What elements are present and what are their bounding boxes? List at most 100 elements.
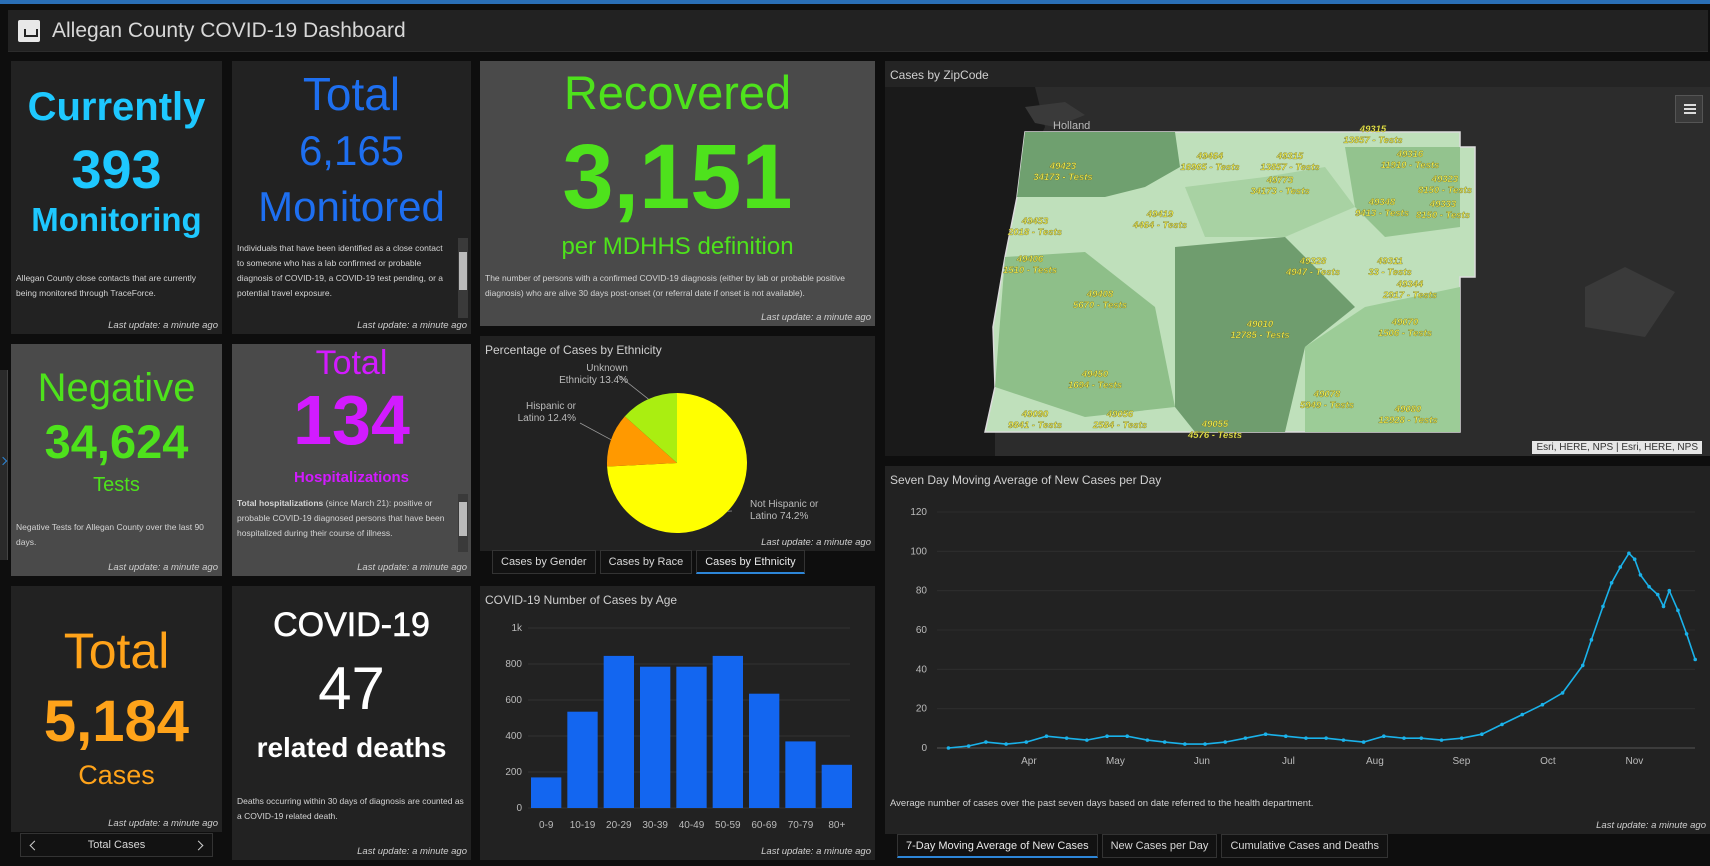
x-tick-label: 80+ bbox=[828, 820, 845, 831]
tab-cases-by-race[interactable]: Cases by Race bbox=[599, 550, 693, 574]
x-tick-label: Oct bbox=[1540, 756, 1556, 767]
series-line bbox=[948, 552, 1696, 749]
recovered-tile: Recovered 3,151 per MDHHS definition The… bbox=[480, 61, 875, 326]
zip-tests-label: 4947 - Tests bbox=[1285, 267, 1340, 278]
related-deaths-label: related deaths bbox=[256, 732, 447, 763]
data-point bbox=[1243, 736, 1248, 740]
tab-7-day-moving-average[interactable]: 7-Day Moving Average of New Cases bbox=[897, 834, 1098, 858]
data-point bbox=[1580, 663, 1585, 668]
age-chart-title: COVID-19 Number of Cases by Age bbox=[485, 593, 678, 607]
zip-label: 49090 bbox=[1021, 409, 1049, 420]
negative-tests-tile: Negative 34,624 Tests Negative Tests for… bbox=[11, 344, 222, 576]
zip-label: 49315 bbox=[1276, 151, 1304, 162]
x-tick-label: 40-49 bbox=[679, 820, 705, 831]
zip-tests-label: 12928 - Tests bbox=[1378, 415, 1437, 426]
layer-list-button[interactable] bbox=[1675, 95, 1703, 123]
zip-tests-label: 2917 - Tests bbox=[1382, 290, 1437, 301]
data-point bbox=[946, 746, 951, 750]
zip-label: 49080 bbox=[1394, 404, 1422, 415]
bar bbox=[821, 764, 852, 808]
zip-tests-label: 1506 - Tests bbox=[1378, 328, 1432, 339]
zip-tests-label: 1510 - Tests bbox=[1003, 265, 1057, 276]
data-point bbox=[1004, 742, 1008, 746]
pie-label: Not Hispanic or Latino 74.2% bbox=[750, 499, 819, 522]
y-tick-label: 80 bbox=[916, 586, 928, 597]
data-point bbox=[966, 744, 971, 748]
recovered-label: Recovered bbox=[563, 66, 792, 119]
data-point bbox=[1676, 608, 1680, 613]
negative-description: Negative Tests for Allegan County over t… bbox=[16, 522, 204, 547]
deaths-label: COVID-19 bbox=[273, 606, 430, 645]
data-point bbox=[1647, 584, 1651, 589]
pie-label: Unknown Ethnicity 13.4% bbox=[559, 363, 628, 386]
age-chart-panel: COVID-19 Number of Cases by Age 0 200 400 6… bbox=[480, 586, 875, 860]
data-point bbox=[1661, 604, 1666, 609]
data-point bbox=[1419, 736, 1424, 740]
zip-tests-label: 8150 - Tests bbox=[1418, 185, 1472, 196]
data-point bbox=[1145, 738, 1150, 742]
zip-tests-label: 5949 - Tests bbox=[1300, 400, 1354, 411]
data-point bbox=[1560, 691, 1565, 695]
tab-new-cases-per-day[interactable]: New Cases per Day bbox=[1101, 834, 1218, 858]
zip-label: 49323 bbox=[1431, 174, 1459, 185]
data-point bbox=[1618, 565, 1623, 569]
zip-tests-label: 12785 - Tests bbox=[1230, 330, 1289, 341]
tab-cases-by-gender[interactable]: Cases by Gender bbox=[492, 550, 596, 574]
total-monitored-label: Total bbox=[302, 68, 401, 120]
data-point bbox=[1667, 588, 1672, 593]
hospital-description-bold: Total hospitalizations bbox=[237, 498, 324, 508]
data-point bbox=[1638, 573, 1643, 577]
zip-tests-label: 9841 - Tests bbox=[1008, 420, 1062, 431]
bar bbox=[567, 711, 598, 808]
tab-cases-by-ethnicity[interactable]: Cases by Ethnicity bbox=[696, 550, 805, 574]
last-update-text: Last update: a minute ago bbox=[357, 562, 467, 573]
data-point bbox=[1223, 740, 1228, 744]
side-nav-handle[interactable] bbox=[0, 370, 8, 560]
zipcode-map[interactable]: Holland4942334173 - Tests4946416965 - Te… bbox=[885, 87, 1710, 456]
zip-tests-label: 16965 - Tests bbox=[1180, 162, 1239, 173]
x-tick-label: Sep bbox=[1453, 756, 1471, 767]
ethnicity-chart-panel: Percentage of Cases by Ethnicity Not His… bbox=[480, 336, 875, 551]
zip-label: 49406 bbox=[1016, 254, 1044, 265]
description-scrollbar[interactable] bbox=[458, 238, 468, 318]
y-tick-label: 800 bbox=[505, 659, 522, 670]
data-point bbox=[1500, 722, 1504, 727]
data-point bbox=[1601, 604, 1605, 609]
zip-tests-label: 9413 - Tests bbox=[1355, 208, 1409, 219]
last-update-text: Last update: a minute ago bbox=[357, 320, 467, 331]
data-point bbox=[1402, 736, 1406, 740]
data-point bbox=[1684, 632, 1689, 636]
zip-label: 49010 bbox=[1246, 319, 1274, 330]
tab-cumulative-cases-and-deaths[interactable]: Cumulative Cases and Deaths bbox=[1221, 834, 1389, 858]
last-update-text: Last update: a minute ago bbox=[108, 562, 218, 573]
bar bbox=[640, 666, 671, 808]
data-point bbox=[1540, 702, 1545, 707]
x-tick-label: 10-19 bbox=[570, 820, 596, 831]
hospitalizations-tile: Total 134 Hospitalizations Total hospita… bbox=[232, 344, 471, 576]
dashboard-logo-icon bbox=[18, 20, 40, 42]
hospital-value: 134 bbox=[293, 381, 410, 459]
x-tick-label: Aug bbox=[1366, 756, 1384, 767]
data-point bbox=[1203, 742, 1207, 746]
x-tick-label: Apr bbox=[1021, 756, 1037, 767]
description-scrollbar[interactable] bbox=[458, 494, 468, 552]
monitoring-label: Monitoring bbox=[31, 201, 202, 238]
zip-label: 49056 bbox=[1106, 409, 1134, 420]
zip-tests-label: 4576 - Tests bbox=[1187, 430, 1242, 441]
zip-label: 49055 bbox=[1201, 419, 1229, 430]
total-cases-navigator: Total Cases bbox=[20, 833, 213, 857]
bar bbox=[749, 693, 780, 808]
zip-tests-label: 11910 - Tests bbox=[1381, 160, 1440, 171]
data-point bbox=[1044, 734, 1049, 738]
data-point bbox=[1304, 736, 1308, 740]
zip-label: 49344 bbox=[1396, 279, 1424, 290]
currently-monitoring-tile: Currently 393 Monitoring Allegan County … bbox=[11, 61, 222, 334]
zip-tests-label: 8150 - Tests bbox=[1416, 210, 1470, 221]
hospitalizations-label: Hospitalizations bbox=[293, 469, 409, 486]
moving-average-line-chart: 020406080100120AprMayJunJulAugSepOctNovD… bbox=[910, 507, 1698, 767]
data-point bbox=[1341, 738, 1346, 742]
zip-tests-label: 13857 - Tests bbox=[1260, 162, 1319, 173]
last-update-text: Last update: a minute ago bbox=[1596, 820, 1706, 831]
zip-tests-label: 2584 - Tests bbox=[1092, 420, 1147, 431]
data-point bbox=[984, 740, 988, 744]
